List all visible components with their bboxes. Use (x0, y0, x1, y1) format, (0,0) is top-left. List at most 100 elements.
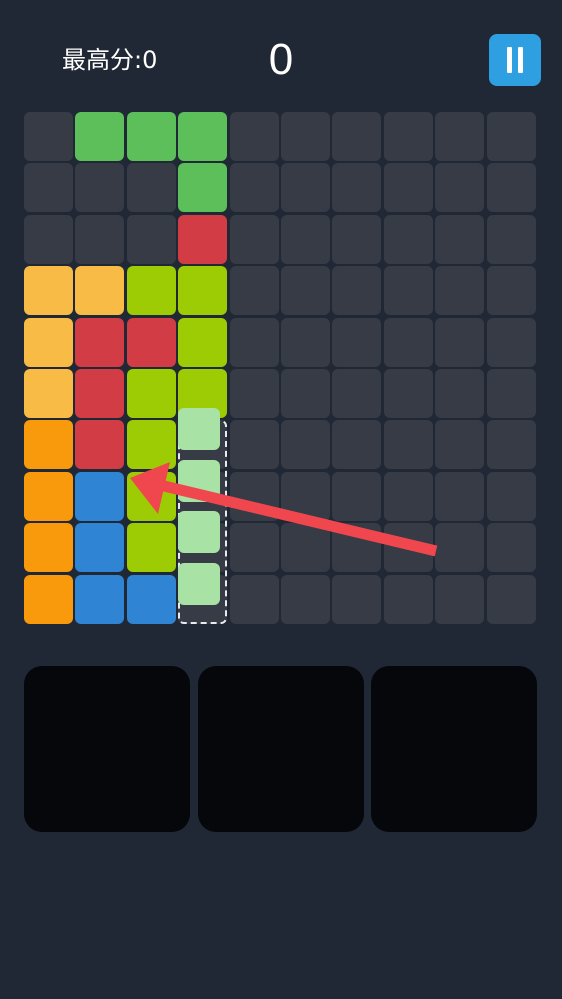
board-cell-yellow[interactable] (75, 266, 125, 316)
board-cell-empty[interactable] (383, 163, 433, 213)
board-cell-empty[interactable] (486, 163, 536, 213)
board-cell-empty[interactable] (229, 420, 279, 470)
board-cell-empty[interactable] (332, 471, 382, 521)
board-cell-empty[interactable] (435, 317, 485, 367)
board-cell-empty[interactable] (435, 214, 485, 264)
board-cell-yellow[interactable] (24, 266, 73, 316)
board-cell-red[interactable] (178, 214, 228, 264)
board-cell-lime[interactable] (126, 471, 176, 521)
board-cell-empty[interactable] (383, 266, 433, 316)
board-cell-empty[interactable] (281, 266, 330, 316)
board-cell-empty[interactable] (435, 266, 485, 316)
board-cell-empty[interactable] (281, 163, 330, 213)
piece-tray-3[interactable] (371, 666, 537, 832)
dragged-piece-block[interactable] (178, 511, 221, 554)
board-cell-empty[interactable] (24, 214, 73, 264)
board-cell-empty[interactable] (281, 574, 330, 624)
board-cell-red[interactable] (75, 317, 125, 367)
board-cell-empty[interactable] (332, 112, 382, 161)
board-cell-empty[interactable] (229, 266, 279, 316)
board-cell-empty[interactable] (486, 471, 536, 521)
board-cell-green[interactable] (178, 112, 228, 161)
board-cell-empty[interactable] (229, 523, 279, 573)
board-cell-empty[interactable] (332, 523, 382, 573)
board-cell-empty[interactable] (229, 574, 279, 624)
board-cell-yellow[interactable] (24, 317, 73, 367)
board-cell-empty[interactable] (383, 112, 433, 161)
board-cell-empty[interactable] (281, 369, 330, 418)
board-cell-empty[interactable] (435, 420, 485, 470)
board-cell-empty[interactable] (486, 266, 536, 316)
piece-tray-2[interactable] (198, 666, 364, 832)
board-cell-empty[interactable] (435, 369, 485, 418)
board-cell-empty[interactable] (486, 317, 536, 367)
board-cell-orange[interactable] (24, 523, 73, 573)
board-cell-orange[interactable] (24, 471, 73, 521)
board-cell-empty[interactable] (383, 523, 433, 573)
board-cell-red[interactable] (126, 317, 176, 367)
board-cell-lime[interactable] (126, 369, 176, 418)
dragged-piece-block[interactable] (178, 562, 221, 605)
board-cell-empty[interactable] (486, 574, 536, 624)
board-cell-empty[interactable] (383, 574, 433, 624)
board-cell-orange[interactable] (24, 420, 73, 470)
board-cell-lime[interactable] (126, 420, 176, 470)
board-cell-red[interactable] (75, 369, 125, 418)
board-cell-lime[interactable] (178, 266, 228, 316)
board-cell-empty[interactable] (24, 112, 73, 161)
board-cell-green[interactable] (126, 112, 176, 161)
board-cell-empty[interactable] (486, 214, 536, 264)
board-cell-lime[interactable] (126, 523, 176, 573)
piece-tray-1[interactable] (24, 666, 190, 832)
pause-button[interactable] (489, 34, 541, 86)
board-cell-empty[interactable] (126, 214, 176, 264)
board-cell-empty[interactable] (486, 523, 536, 573)
board-cell-empty[interactable] (332, 163, 382, 213)
board-cell-green[interactable] (178, 163, 228, 213)
board-cell-empty[interactable] (435, 471, 485, 521)
board-cell-empty[interactable] (383, 420, 433, 470)
board-cell-empty[interactable] (24, 163, 73, 213)
board-cell-empty[interactable] (332, 266, 382, 316)
board-cell-empty[interactable] (435, 163, 485, 213)
board-cell-empty[interactable] (229, 214, 279, 264)
board-cell-empty[interactable] (486, 369, 536, 418)
board-cell-yellow[interactable] (24, 369, 73, 418)
board-cell-orange[interactable] (24, 574, 73, 624)
board-cell-empty[interactable] (229, 471, 279, 521)
board-cell-empty[interactable] (435, 574, 485, 624)
board-cell-empty[interactable] (332, 574, 382, 624)
board-cell-lime[interactable] (178, 317, 228, 367)
game-board[interactable] (21, 109, 541, 629)
board-cell-empty[interactable] (281, 523, 330, 573)
board-cell-empty[interactable] (383, 317, 433, 367)
board-cell-empty[interactable] (281, 471, 330, 521)
board-cell-blue[interactable] (126, 574, 176, 624)
board-cell-empty[interactable] (486, 420, 536, 470)
board-cell-empty[interactable] (229, 112, 279, 161)
board-cell-empty[interactable] (229, 369, 279, 418)
board-cell-empty[interactable] (383, 369, 433, 418)
board-cell-empty[interactable] (486, 112, 536, 161)
board-cell-empty[interactable] (281, 112, 330, 161)
board-cell-empty[interactable] (332, 317, 382, 367)
board-cell-empty[interactable] (75, 214, 125, 264)
board-cell-red[interactable] (75, 420, 125, 470)
dragged-piece-block[interactable] (178, 408, 221, 451)
board-cell-empty[interactable] (383, 471, 433, 521)
board-cell-empty[interactable] (75, 163, 125, 213)
board-cell-empty[interactable] (126, 163, 176, 213)
board-cell-empty[interactable] (229, 317, 279, 367)
board-cell-empty[interactable] (332, 369, 382, 418)
board-cell-empty[interactable] (281, 420, 330, 470)
board-cell-blue[interactable] (75, 471, 125, 521)
board-cell-empty[interactable] (435, 112, 485, 161)
board-cell-empty[interactable] (281, 214, 330, 264)
board-cell-blue[interactable] (75, 523, 125, 573)
board-cell-green[interactable] (75, 112, 125, 161)
board-cell-lime[interactable] (126, 266, 176, 316)
board-cell-empty[interactable] (281, 317, 330, 367)
board-cell-blue[interactable] (75, 574, 125, 624)
board-cell-empty[interactable] (332, 214, 382, 264)
dragged-piece-block[interactable] (178, 459, 221, 502)
